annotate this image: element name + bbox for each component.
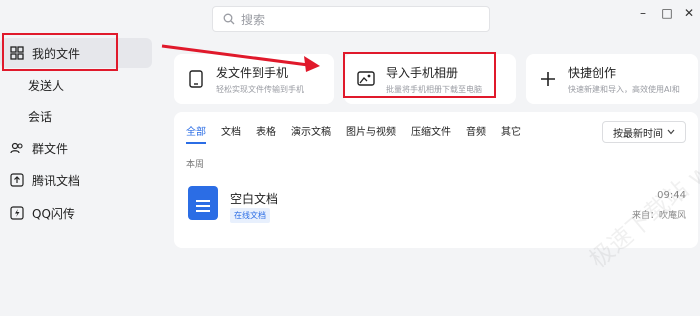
annotation-arrow [161,44,320,72]
highlight-box-import [343,52,496,98]
